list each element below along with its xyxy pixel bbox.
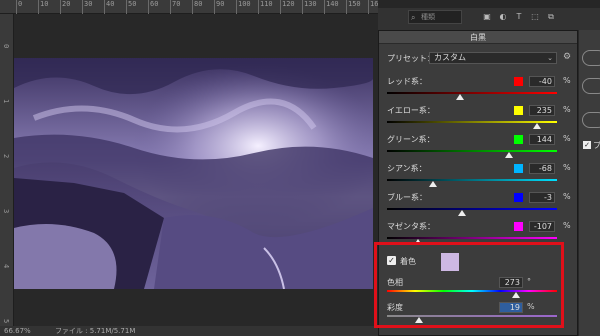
- channel-value-input[interactable]: -107: [529, 221, 555, 232]
- gear-icon[interactable]: ⚙: [563, 52, 571, 62]
- preview-label: プ: [593, 141, 600, 150]
- preset-select[interactable]: カスタム ⌄: [429, 52, 557, 64]
- channel-thumb[interactable]: [532, 123, 541, 129]
- layer-kind-label: 種類: [421, 13, 435, 21]
- channel-thumb[interactable]: [456, 94, 465, 100]
- channel-slider-row: レッド系： -40%: [387, 76, 575, 106]
- channel-label: ブルー系：: [387, 193, 427, 202]
- photoshop-window: 0 10 20 30 40 50 60 70 80 90 100 110 120 130 140 150 160…: [0, 0, 600, 336]
- image-filter-icon[interactable]: ▣: [482, 12, 492, 22]
- ruler-tick: 120: [280, 0, 295, 14]
- top-ruler: 0 10 20 30 40 50 60 70 80 90 100 110 120 130 140 150 160: [0, 0, 383, 14]
- ruler-tick: 2: [2, 154, 10, 159]
- channel-track[interactable]: [387, 179, 557, 181]
- channel-unit: %: [563, 192, 571, 201]
- preset-value: カスタム: [434, 53, 466, 62]
- channel-unit: %: [563, 221, 571, 230]
- ruler-tick: 40: [103, 0, 115, 14]
- channel-color-swatch: [514, 106, 523, 115]
- ruler-tick: 70: [169, 0, 181, 14]
- channel-track[interactable]: [387, 208, 557, 210]
- ruler-tick: 5: [2, 319, 10, 324]
- channel-track[interactable]: [387, 92, 557, 94]
- ruler-tick: 80: [191, 0, 203, 14]
- ruler-tick: 130: [302, 0, 317, 14]
- channel-color-swatch: [514, 193, 523, 202]
- dialog-buttons-column: ✓ プ: [579, 30, 600, 336]
- preset-row: プリセット： カスタム ⌄ ⚙: [387, 52, 575, 64]
- channel-label: マゼンタ系：: [387, 222, 435, 231]
- channel-unit: %: [563, 163, 571, 172]
- ok-button[interactable]: [582, 50, 600, 66]
- ruler-tick: 110: [258, 0, 273, 14]
- landscape-photo: [14, 58, 373, 289]
- smart-object-filter-icon[interactable]: ⧉: [546, 12, 556, 22]
- chevron-down-icon: ⌄: [547, 54, 553, 62]
- channel-unit: %: [563, 76, 571, 85]
- red-highlight-frame: [374, 242, 564, 328]
- channel-label: グリーン系：: [387, 135, 435, 144]
- shape-filter-icon[interactable]: ⬚: [530, 12, 540, 22]
- cancel-button[interactable]: [582, 78, 600, 94]
- adjustment-filter-icon[interactable]: ◐: [498, 12, 508, 22]
- ruler-tick: 60: [147, 0, 159, 14]
- channel-value-input[interactable]: -68: [529, 163, 555, 174]
- channel-label: イエロー系：: [387, 106, 435, 115]
- channel-value-input[interactable]: 235: [529, 105, 555, 116]
- zoom-level: 66.67%: [4, 327, 31, 335]
- ruler-tick: 100: [236, 0, 251, 14]
- channel-label: レッド系：: [387, 77, 427, 86]
- channel-unit: %: [563, 105, 571, 114]
- preset-label: プリセット：: [387, 54, 435, 63]
- ruler-tick: 3: [2, 209, 10, 214]
- ruler-tick: 4: [2, 264, 10, 269]
- ruler-tick: 140: [324, 0, 339, 14]
- search-icon: ⌕: [411, 13, 416, 22]
- channel-slider-row: グリーン系： 144%: [387, 134, 575, 164]
- channel-slider-row: ブルー系： -3%: [387, 192, 575, 222]
- auto-button[interactable]: [582, 112, 600, 128]
- layers-panel-header: ⌕ 種類 ▣ ◐ T ⬚ ⧉: [378, 0, 600, 30]
- channel-color-swatch: [514, 77, 523, 86]
- type-filter-icon[interactable]: T: [514, 12, 524, 22]
- ruler-tick: 1: [2, 99, 10, 104]
- channel-unit: %: [563, 134, 571, 143]
- channel-color-swatch: [514, 222, 523, 231]
- status-bar: 66.67% ファイル : 5.71M/5.71M: [0, 326, 378, 336]
- channel-slider-row: シアン系： -68%: [387, 163, 575, 193]
- channel-color-swatch: [514, 135, 523, 144]
- dialog-title: 白黒: [379, 31, 577, 44]
- channel-slider-row: イエロー系： 235%: [387, 105, 575, 135]
- ruler-tick: 50: [125, 0, 137, 14]
- ruler-tick: 0: [15, 0, 23, 14]
- canvas-image[interactable]: [14, 58, 373, 289]
- layer-kind-filter[interactable]: ⌕ 種類: [408, 10, 462, 24]
- channel-track[interactable]: [387, 237, 557, 239]
- channel-value-input[interactable]: -40: [529, 76, 555, 87]
- channel-thumb[interactable]: [505, 152, 514, 158]
- channel-thumb[interactable]: [428, 181, 437, 187]
- doc-info: ファイル : 5.71M/5.71M: [54, 327, 136, 335]
- channel-track[interactable]: [387, 121, 557, 123]
- panel-tabs: [378, 0, 600, 8]
- channel-color-swatch: [514, 164, 523, 173]
- channel-value-input[interactable]: 144: [529, 134, 555, 145]
- preview-checkbox[interactable]: ✓: [583, 141, 591, 149]
- ruler-tick: 0: [2, 44, 10, 49]
- channel-label: シアン系：: [387, 164, 427, 173]
- ruler-tick: 150: [346, 0, 361, 14]
- ruler-tick: 10: [37, 0, 49, 14]
- ruler-tick: 20: [59, 0, 71, 14]
- channel-thumb[interactable]: [457, 210, 466, 216]
- channel-track[interactable]: [387, 150, 557, 152]
- left-ruler: 0 1 2 3 4 5: [0, 14, 14, 326]
- ruler-tick: 30: [81, 0, 93, 14]
- ruler-tick: 90: [213, 0, 225, 14]
- channel-value-input[interactable]: -3: [529, 192, 555, 203]
